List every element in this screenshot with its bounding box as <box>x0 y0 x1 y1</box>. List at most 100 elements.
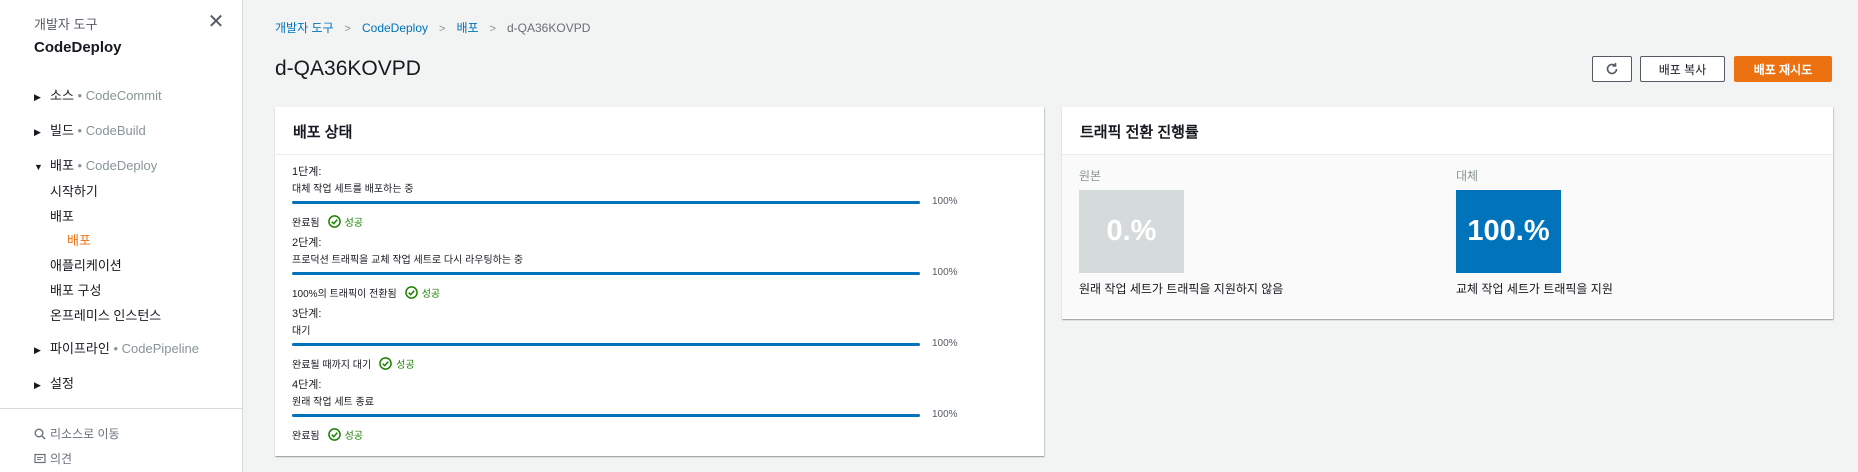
stage-description: 프로덕션 트래픽을 교체 작업 세트로 다시 라우팅하는 중 <box>292 255 524 266</box>
check-circle-icon <box>327 428 341 441</box>
retry-deployment-button[interactable]: 배포 재시도 <box>1734 56 1832 82</box>
nav-group-service-bullet: • <box>77 158 83 173</box>
progress-percent: 100% <box>932 267 958 278</box>
stage-description: 대체 작업 세트를 배포하는 중 <box>292 184 414 195</box>
side-navigation: 개발자 도구 CodeDeploy ✕ ▶ 소스 • CodeCommit ▶ 빌드… <box>0 0 243 472</box>
status-text: 성공 <box>344 218 364 229</box>
original-traffic-box: 0.% <box>1079 190 1184 273</box>
panel-title: 트래픽 전환 진행률 <box>1062 107 1833 155</box>
stage-footer-text: 100%의 트래픽이 전환됨 <box>292 289 397 300</box>
caret-right-icon: ▶ <box>34 127 41 137</box>
nav-item-deployments[interactable]: 배포 <box>50 206 74 225</box>
original-label: 원본 <box>1079 169 1102 183</box>
deployment-status-panel: 배포 상태 1단계: 대체 작업 세트를 배포하는 중 100% 완료됨 성공 … <box>275 107 1044 456</box>
nav-group-service-bullet: • <box>77 88 83 103</box>
nav-group-settings[interactable]: ▶ 설정 <box>34 373 74 392</box>
progress-percent: 100% <box>932 409 958 420</box>
stage-footer-text: 완료될 때까지 대기 <box>292 360 372 371</box>
caret-right-icon: ▶ <box>34 380 41 390</box>
replacement-traffic-description: 교체 작업 세트가 트래픽을 지원 <box>1456 282 1613 296</box>
status-text: 성공 <box>396 360 415 371</box>
chevron-right-icon: > <box>489 23 496 35</box>
stage-footer: 완료됨 성공 <box>292 427 363 442</box>
breadcrumb-codedeploy[interactable]: CodeDeploy <box>362 21 428 35</box>
breadcrumb-developer-tools[interactable]: 개발자 도구 <box>275 21 334 35</box>
caret-down-icon: ▼ <box>34 162 43 172</box>
progress-percent: 100% <box>932 196 958 207</box>
page-title: d-QA36KOVPD <box>275 57 421 80</box>
chevron-right-icon: > <box>344 23 351 35</box>
replacement-traffic-box: 100.% <box>1456 190 1561 273</box>
progress-percent: 100% <box>932 338 958 349</box>
side-nav-section-label: 개발자 도구 <box>34 17 98 32</box>
traffic-panel-body: 원본 0.% 원래 작업 세트가 트래픽을 지원하지 않음 대체 100.% 교… <box>1062 155 1833 318</box>
chevron-right-icon: > <box>439 23 446 35</box>
panel-title: 배포 상태 <box>275 107 1044 155</box>
nav-group-service: CodePipeline <box>121 341 199 356</box>
status-success: 성공 <box>327 427 364 442</box>
nav-group-service: CodeDeploy <box>85 158 158 173</box>
go-to-resource-link[interactable]: 리소스로 이동 <box>34 425 120 442</box>
nav-group-label: 소스 <box>50 88 74 103</box>
nav-group-pipeline[interactable]: ▶ 파이프라인 • CodePipeline <box>34 338 199 357</box>
progress-bar <box>292 201 920 204</box>
breadcrumb-deployments[interactable]: 배포 <box>456 21 478 35</box>
nav-item-getting-started[interactable]: 시작하기 <box>50 181 98 200</box>
nav-item-deployment-configs[interactable]: 배포 구성 <box>50 280 101 299</box>
caret-right-icon: ▶ <box>34 92 41 102</box>
caret-right-icon: ▶ <box>34 345 41 355</box>
nav-item-deployment-active[interactable]: 배포 <box>67 230 91 249</box>
nav-group-source[interactable]: ▶ 소스 • CodeCommit <box>34 85 162 104</box>
stage-footer-text: 완료됨 <box>292 431 320 442</box>
close-icon[interactable]: ✕ <box>206 12 226 32</box>
replacement-traffic-value: 100.% <box>1467 215 1550 247</box>
side-nav-app-title[interactable]: CodeDeploy <box>34 39 122 56</box>
status-text: 성공 <box>421 289 441 300</box>
stage-footer: 완료될 때까지 대기 성공 <box>292 356 415 371</box>
go-to-resource-label: 리소스로 이동 <box>50 427 120 441</box>
refresh-icon <box>1606 63 1618 75</box>
nav-group-service: CodeCommit <box>85 88 162 103</box>
stage-3: 3단계: 대기 100% 완료될 때까지 대기 성공 <box>292 305 1032 371</box>
nav-group-service: CodeBuild <box>85 123 146 138</box>
replacement-label: 대체 <box>1456 169 1479 183</box>
stage-footer: 100%의 트래픽이 전환됨 성공 <box>292 285 440 300</box>
status-success: 성공 <box>404 285 441 300</box>
stage-title: 2단계: <box>292 237 322 249</box>
stage-description: 대기 <box>292 326 311 337</box>
nav-group-label: 빌드 <box>50 123 74 138</box>
side-nav-divider <box>0 408 242 409</box>
nav-item-on-premises-instances[interactable]: 온프레미스 인스턴스 <box>50 305 161 324</box>
stage-title: 3단계: <box>292 308 322 320</box>
stage-1: 1단계: 대체 작업 세트를 배포하는 중 100% 완료됨 성공 <box>292 163 1032 229</box>
nav-item-applications[interactable]: 애플리케이션 <box>50 255 122 274</box>
nav-group-service-bullet: • <box>77 123 83 138</box>
status-success: 성공 <box>379 356 415 371</box>
original-traffic-value: 0.% <box>1106 215 1157 247</box>
original-traffic-description: 원래 작업 세트가 트래픽을 지원하지 않음 <box>1079 282 1284 296</box>
nav-group-label: 배포 <box>50 158 74 173</box>
traffic-shifting-panel: 트래픽 전환 진행률 원본 0.% 원래 작업 세트가 트래픽을 지원하지 않음… <box>1062 107 1833 319</box>
stage-footer-text: 완료됨 <box>292 218 320 229</box>
progress-bar <box>292 343 920 346</box>
check-circle-icon <box>327 215 341 228</box>
nav-group-deploy[interactable]: ▼ 배포 • CodeDeploy <box>34 155 157 174</box>
nav-group-label: 설정 <box>50 376 74 391</box>
stage-2: 2단계: 프로덕션 트래픽을 교체 작업 세트로 다시 라우팅하는 중 100%… <box>292 234 1032 300</box>
feedback-link[interactable]: 의견 <box>34 450 72 467</box>
feedback-label: 의견 <box>50 452 73 466</box>
stage-title: 1단계: <box>292 166 322 178</box>
status-success: 성공 <box>327 214 364 229</box>
refresh-button[interactable] <box>1592 56 1632 82</box>
progress-bar <box>292 414 920 417</box>
stage-description: 원래 작업 세트 종료 <box>292 397 374 408</box>
nav-group-service-bullet: • <box>113 341 118 356</box>
check-circle-icon <box>379 357 392 370</box>
check-circle-icon <box>404 286 418 299</box>
copy-deployment-button[interactable]: 배포 복사 <box>1640 56 1725 82</box>
nav-group-build[interactable]: ▶ 빌드 • CodeBuild <box>34 120 146 139</box>
stage-title: 4단계: <box>292 379 322 391</box>
breadcrumb: 개발자 도구 > CodeDeploy > 배포 > d-QA36KOVPD <box>275 19 590 36</box>
status-text: 성공 <box>344 431 364 442</box>
side-nav-header: 개발자 도구 CodeDeploy <box>34 14 122 56</box>
